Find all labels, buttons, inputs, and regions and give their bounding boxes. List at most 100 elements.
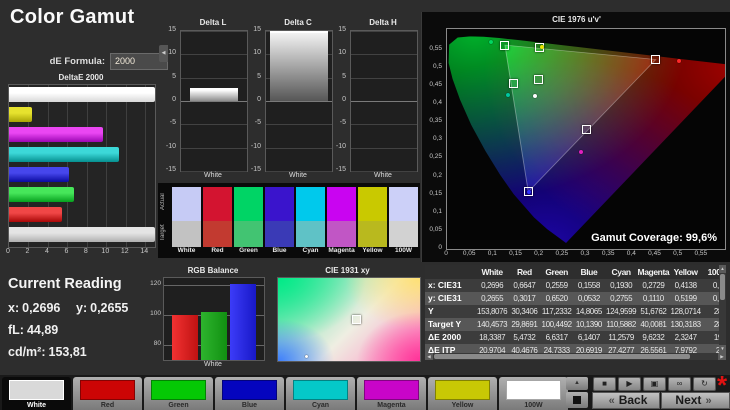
swatch-column-blue: Blue	[265, 183, 294, 258]
rgb-balance-category: White	[204, 361, 222, 368]
swatch-label: Magenta	[328, 247, 355, 254]
gridline	[181, 54, 247, 56]
cie1976-panel: CIE 1976 u'v' 0 0,05 0,1 0,15 0,2 0,25 0,3 0,35…	[421, 12, 730, 262]
stop-button[interactable]: ■	[593, 377, 616, 391]
refresh-button[interactable]: ↻	[693, 377, 716, 391]
actual-swatch	[327, 187, 356, 221]
table-cell: 6,1407	[577, 333, 600, 342]
gridline	[266, 147, 332, 149]
horizontal-scrollbar[interactable]: ◀ ▶	[425, 353, 726, 360]
y-tick-label: -15	[165, 166, 176, 173]
color-patch	[506, 380, 561, 400]
pattern-button-magenta[interactable]: Magenta	[357, 377, 426, 410]
pattern-button-red[interactable]: Red	[73, 377, 142, 410]
pattern-window-button[interactable]	[566, 392, 588, 408]
y-tick-label: 15	[168, 26, 176, 33]
gridline	[181, 31, 247, 32]
color-patch	[293, 380, 348, 400]
save-button[interactable]: ▣	[643, 377, 666, 391]
color-patch	[80, 380, 135, 400]
y-tick-label: 0,05	[429, 225, 442, 233]
color-patch	[435, 380, 490, 400]
gridline	[181, 124, 247, 126]
table-column-header: Red	[516, 267, 532, 277]
table-cell: 0,4138	[674, 281, 697, 290]
swatch-label: Cyan	[302, 247, 319, 254]
actual-swatch	[296, 187, 325, 221]
x-tick-label: 6	[64, 248, 69, 255]
pattern-button-white[interactable]: White	[2, 377, 71, 410]
table-cell: 5,4732	[513, 333, 536, 342]
table-row: ΔE 2000 18,3387 5,4732 6,6317 6,1407 11,2579 9…	[425, 331, 726, 344]
pattern-button-label: Magenta	[377, 402, 406, 409]
target-marker	[581, 125, 591, 135]
asterisk-icon: *	[716, 370, 728, 400]
swatch-label: Red	[211, 247, 224, 254]
pattern-button-label: Yellow	[451, 402, 474, 409]
lch-chart-title: Delta H	[369, 18, 397, 27]
swatch-column-yellow: Yellow	[358, 183, 387, 258]
pattern-button-yellow[interactable]: Yellow	[428, 377, 497, 410]
back-button[interactable]: «Back	[592, 392, 660, 409]
scroll-up-icon[interactable]: ▲	[719, 265, 726, 273]
pattern-button-blue[interactable]: Blue	[215, 377, 284, 410]
table-cell: 0,2755	[610, 294, 633, 303]
play-button[interactable]: ▶	[618, 377, 641, 391]
table-cell: 0,1930	[610, 281, 633, 290]
vertical-scrollbar[interactable]: ▲ ▼	[719, 265, 726, 353]
swatch-label: Green	[239, 247, 258, 254]
y-tick-label: 0,3	[432, 135, 442, 143]
table-cell: 20,6919	[575, 346, 603, 353]
scroll-down-icon[interactable]: ▼	[719, 345, 726, 353]
pattern-up-button[interactable]: ▲	[566, 377, 588, 390]
x-tick-label: 0,15	[509, 250, 522, 257]
pattern-button-label: Blue	[241, 402, 258, 409]
table-cell: 30,3406	[511, 307, 538, 316]
de-formula-label: dE Formula:	[49, 56, 105, 67]
measured-dot	[526, 189, 531, 194]
y-tick-label: -10	[250, 142, 261, 150]
cie1976-x-axis: 0 0,05 0,1 0,15 0,2 0,25 0,3 0,35 0,4 0,45 0,5 0,55	[444, 250, 724, 258]
actual-swatch	[203, 187, 232, 221]
table-column-header: White	[481, 267, 504, 277]
gridline	[145, 85, 147, 247]
pattern-button-green[interactable]: Green	[144, 377, 213, 410]
swatch-comparison-panel: Actual Target White Red Green Blue Cyan Magen…	[158, 183, 420, 258]
swatch-column-red: Red	[203, 183, 232, 258]
target-swatch	[358, 221, 387, 247]
y-tick-label: -15	[335, 166, 346, 173]
cie1976-title: CIE 1976 u'v'	[552, 15, 601, 24]
deltae-bar-red	[9, 207, 63, 222]
gridline	[181, 101, 247, 102]
lch-chart-plot	[350, 30, 418, 172]
next-button[interactable]: Next»	[661, 392, 730, 409]
horizontal-scroll-thumb[interactable]	[434, 354, 690, 359]
gridline	[86, 85, 88, 247]
scroll-left-icon[interactable]: ◀	[425, 353, 433, 360]
pattern-button-cyan[interactable]: Cyan	[286, 377, 355, 410]
deltae-bar-cyan	[9, 147, 119, 162]
gridline	[351, 77, 417, 79]
target-swatch	[389, 221, 418, 247]
table-cell: 130,3183	[670, 320, 702, 329]
y-tick-label: 80	[153, 340, 161, 348]
back-chevron-icon: «	[608, 395, 615, 407]
lch-bar	[190, 87, 238, 101]
pattern-button-100w[interactable]: 100W	[499, 377, 568, 410]
table-cell: 14,8065	[575, 307, 603, 316]
scroll-right-icon[interactable]: ▶	[718, 353, 726, 360]
vertical-scroll-thumb[interactable]	[720, 274, 725, 300]
table-cell: 2,3247	[674, 333, 697, 342]
table-column-header: Magenta	[637, 267, 670, 277]
target-swatch	[296, 221, 325, 247]
gridline	[181, 77, 247, 79]
deltae-bar-blue	[9, 167, 69, 182]
pattern-button-label: Green	[168, 402, 189, 409]
gridline	[67, 85, 69, 247]
lch-category-label: White	[204, 172, 222, 179]
cie1976-horseshoe	[448, 36, 725, 244]
continuous-button[interactable]: ∞	[668, 377, 691, 391]
table-column-header: Cyan	[611, 267, 632, 277]
target-row-label: Target	[160, 224, 166, 242]
swatch-column-100w: 100W	[389, 183, 418, 258]
